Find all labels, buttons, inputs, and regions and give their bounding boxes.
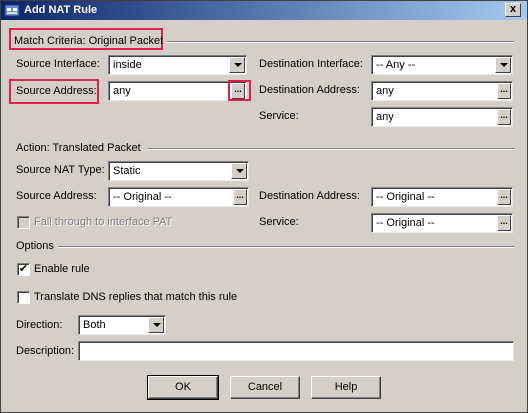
destination-interface-select[interactable]: -- Any -- [371,55,513,75]
source-interface-value: inside [113,59,142,71]
source-nat-type-select[interactable]: Static [108,161,249,181]
translated-destination-address-value: -- Original -- [376,191,435,203]
source-address-label: Source Address: [16,85,97,97]
translate-dns-label: Translate DNS replies that match this ru… [34,291,238,303]
source-address-input[interactable]: any ... [108,81,247,101]
match-criteria-divider [167,41,514,43]
destination-address-label: Destination Address: [259,84,360,96]
browse-button[interactable]: ... [497,189,511,205]
browse-button[interactable]: ... [497,109,511,125]
action-title: Action: Translated Packet [16,142,141,154]
close-icon: x [509,3,517,15]
destination-address-value: any [376,85,394,97]
direction-value: Both [83,319,106,331]
options-divider [58,246,514,248]
translate-dns-checkbox[interactable] [17,291,30,304]
browse-button[interactable]: ... [497,83,511,99]
destination-interface-label: Destination Interface: [259,58,363,70]
enable-rule-label: Enable rule [34,263,90,275]
cancel-button[interactable]: Cancel [230,376,300,399]
source-nat-type-label: Source NAT Type: [16,164,105,176]
chevron-down-icon[interactable] [229,57,245,73]
window-title: Add NAT Rule [24,4,98,16]
destination-address-input[interactable]: any ... [371,81,513,101]
chevron-down-icon[interactable] [148,317,164,333]
browse-button[interactable]: ... [233,189,247,205]
action-divider [148,148,514,150]
add-nat-rule-dialog: Add NAT Rule x Match Criteria: Original … [0,0,528,413]
description-input[interactable] [78,341,514,361]
help-button[interactable]: Help [311,376,381,399]
browse-button[interactable]: ... [497,215,511,231]
ok-button[interactable]: OK [147,375,219,400]
translated-service-input[interactable]: -- Original -- ... [371,213,513,233]
translated-source-address-value: -- Original -- [113,191,172,203]
service-input[interactable]: any ... [371,107,513,127]
chevron-down-icon[interactable] [495,57,511,73]
direction-select[interactable]: Both [78,315,166,335]
app-icon [4,4,20,17]
check-mark-icon: ✔ [18,263,29,275]
match-criteria-title: Match Criteria: Original Packet [14,35,164,47]
options-title: Options [16,240,54,252]
title-bar[interactable]: Add NAT Rule x [1,1,527,20]
service-value: any [376,111,394,123]
highlight-browse-button [228,80,251,101]
source-interface-label: Source Interface: [16,58,100,70]
source-interface-select[interactable]: inside [108,55,247,75]
translated-source-address-input[interactable]: -- Original -- ... [108,187,249,207]
source-nat-type-value: Static [113,165,141,177]
translated-destination-address-input[interactable]: -- Original -- ... [371,187,513,207]
close-button[interactable]: x [505,3,521,17]
fall-through-label: Fall through to interface PAT [34,216,173,228]
direction-label: Direction: [16,319,63,331]
fall-through-checkbox[interactable] [17,216,30,229]
source-address-value: any [113,85,131,97]
chevron-down-icon[interactable] [231,163,247,179]
translated-service-label: Service: [259,216,299,228]
enable-rule-checkbox[interactable]: ✔ [17,263,30,276]
translated-destination-address-label: Destination Address: [259,190,360,202]
service-label: Service: [259,110,299,122]
translated-source-address-label: Source Address: [16,190,97,202]
description-label: Description: [16,345,75,357]
destination-interface-value: -- Any -- [376,59,416,71]
translated-service-value: -- Original -- [376,217,435,229]
